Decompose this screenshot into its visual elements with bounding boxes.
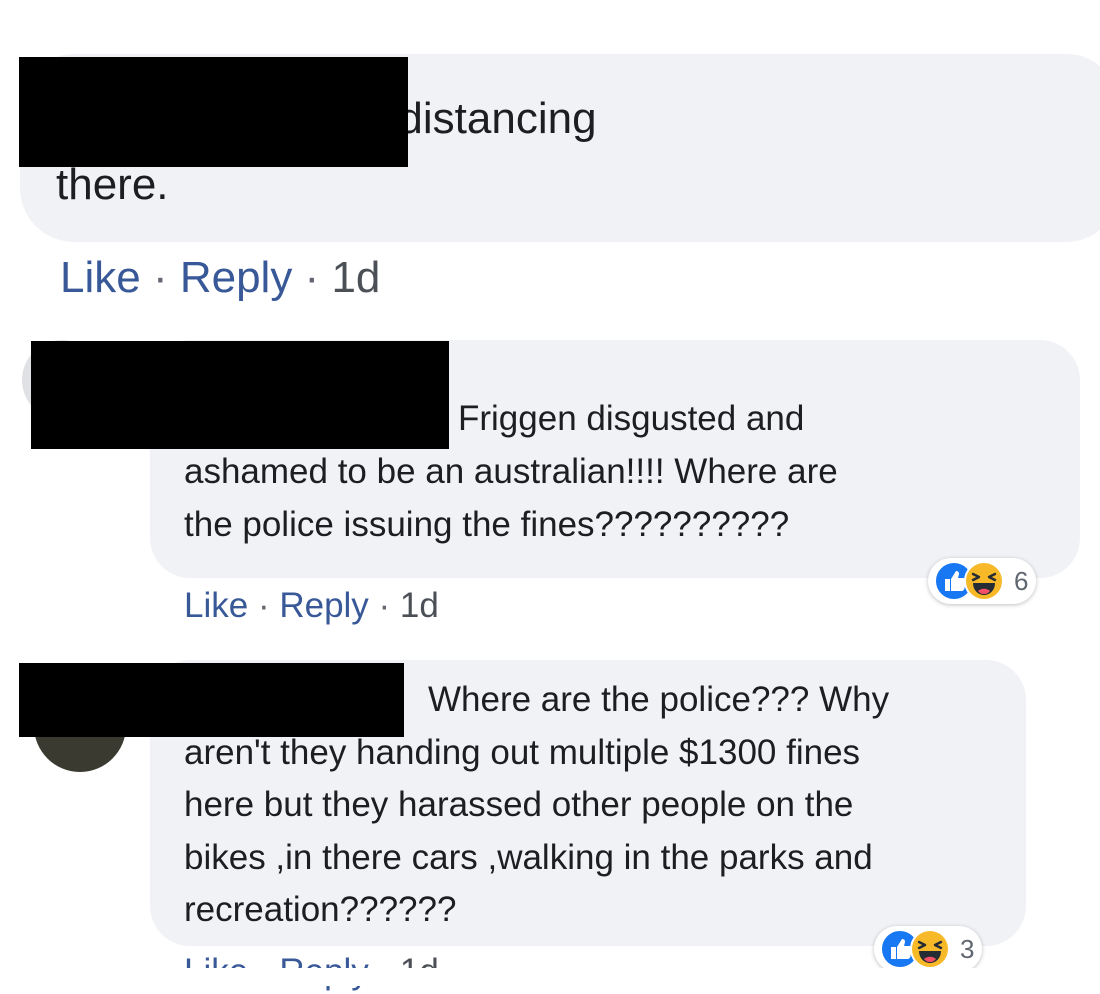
like-link[interactable]: Like bbox=[184, 586, 248, 625]
timestamp[interactable]: 1d bbox=[400, 586, 439, 625]
comment-actions-1: Like · Reply · 1d bbox=[60, 250, 380, 306]
redacted-author-3 bbox=[19, 663, 404, 737]
reaction-summary-3[interactable]: 3 bbox=[874, 926, 983, 972]
redacted-author-1 bbox=[19, 57, 408, 167]
separator: · bbox=[248, 586, 280, 625]
timestamp[interactable]: 1d bbox=[331, 253, 380, 302]
comment-actions-2: Like · Reply · 1d bbox=[184, 584, 439, 628]
haha-icon bbox=[910, 929, 950, 969]
separator: · bbox=[368, 586, 400, 625]
haha-icon bbox=[964, 561, 1004, 601]
reaction-count: 6 bbox=[1014, 565, 1029, 596]
reaction-summary-2[interactable]: 6 bbox=[928, 558, 1037, 604]
like-link[interactable]: Like bbox=[60, 253, 141, 302]
crop-edge bbox=[0, 968, 1100, 986]
reaction-count: 3 bbox=[960, 933, 975, 964]
reply-link[interactable]: Reply bbox=[279, 586, 368, 625]
separator: · bbox=[140, 253, 180, 302]
reply-link[interactable]: Reply bbox=[180, 253, 293, 302]
redacted-author-2 bbox=[31, 341, 449, 449]
separator: · bbox=[292, 253, 332, 302]
